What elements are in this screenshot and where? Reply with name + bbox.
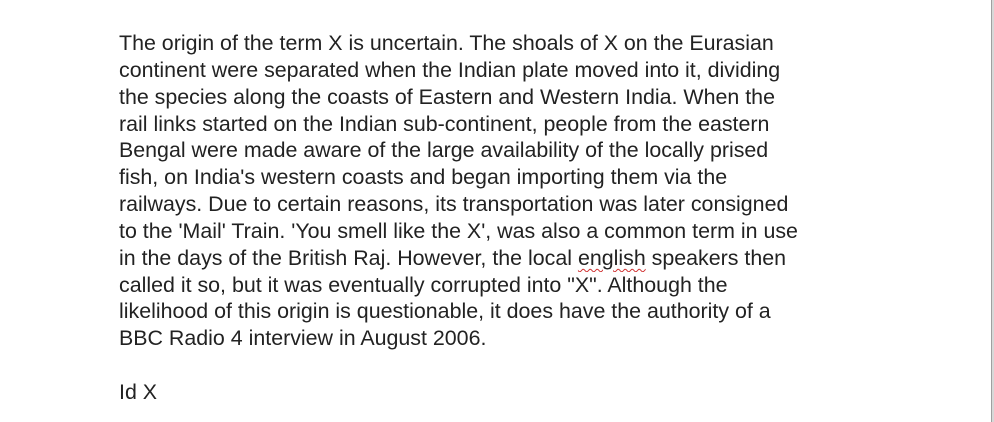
paragraph-line-12: BBC Radio 4 interview in August 2006.: [119, 326, 487, 351]
paragraph-line-7: railways. Due to certain reasons, its tr…: [119, 192, 789, 217]
paragraph-line-6: fish, on India's western coasts and bega…: [119, 165, 728, 190]
line-9-before: in the days of the British Raj. However,…: [119, 245, 578, 270]
empty-line: [119, 352, 871, 379]
spelling-flagged-word[interactable]: english: [578, 246, 646, 270]
paragraph-line-1: The origin of the term X is uncertain. T…: [119, 31, 774, 55]
paragraph-line-2: continent were separated when the Indian…: [119, 57, 781, 82]
document-page: The origin of the term X is uncertain. T…: [0, 0, 994, 422]
paragraph-line-4: rail links started on the Indian sub-con…: [119, 111, 770, 136]
paragraph-line-5: Bengal were made aware of the large avai…: [119, 138, 769, 163]
page-edge-border: [991, 0, 992, 422]
paragraph-line-10: called it so, but it was eventually corr…: [119, 272, 728, 297]
footer-text: Id X: [119, 379, 158, 404]
line-9-after: speakers then: [645, 245, 787, 270]
document-body[interactable]: The origin of the term X is uncertain. T…: [119, 30, 871, 406]
paragraph-line-9: in the days of the British Raj. However,…: [119, 245, 871, 272]
paragraph-line-11: likelihood of this origin is questionabl…: [119, 299, 771, 324]
paragraph-line-8: to the 'Mail' Train. 'You smell like the…: [119, 218, 798, 243]
paragraph-line-3: the species along the coasts of Eastern …: [119, 84, 775, 109]
